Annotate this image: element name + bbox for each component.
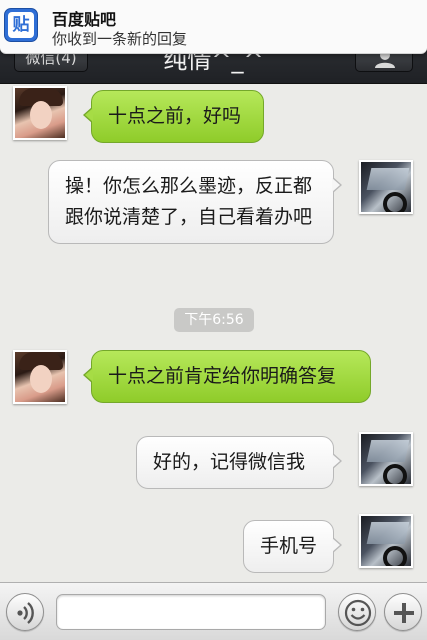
voice-icon (17, 602, 34, 624)
message-bubble[interactable]: 操！你怎么那么墨迹，反正都跟你说清楚了，自己看着办吧 (48, 160, 342, 244)
input-bar (0, 582, 427, 640)
contact-avatar[interactable] (13, 86, 67, 140)
voice-button[interactable] (6, 593, 44, 631)
add-button[interactable] (384, 593, 422, 631)
message-bubble[interactable]: 手机号 (243, 520, 342, 573)
contact-avatar[interactable] (13, 350, 67, 404)
my-avatar[interactable] (359, 432, 413, 486)
message-input[interactable] (56, 594, 326, 630)
message-bubble[interactable]: 好的，记得微信我 (136, 436, 342, 489)
chat-area[interactable]: 十点之前，好吗 操！你怎么那么墨迹，反正都跟你说清楚了，自己看着办吧 下午6:5… (0, 84, 427, 582)
message-bubble[interactable]: 十点之前，好吗 (83, 90, 264, 143)
timestamp-label: 下午6:56 (174, 308, 254, 332)
notification-banner[interactable]: 贴 百度贴吧 你收到一条新的回复 (0, 0, 427, 54)
plus-icon (394, 603, 414, 623)
my-avatar[interactable] (359, 514, 413, 568)
tieba-icon: 贴 (4, 8, 38, 42)
emoji-button[interactable] (338, 593, 376, 631)
notification-text: 你收到一条新的回复 (52, 30, 188, 48)
tieba-icon-glyph: 贴 (8, 12, 34, 38)
message-bubble[interactable]: 十点之前肯定给你明确答复 (83, 350, 371, 403)
my-avatar[interactable] (359, 160, 413, 214)
smiley-icon (344, 599, 372, 627)
notification-title: 百度贴吧 (52, 10, 117, 29)
